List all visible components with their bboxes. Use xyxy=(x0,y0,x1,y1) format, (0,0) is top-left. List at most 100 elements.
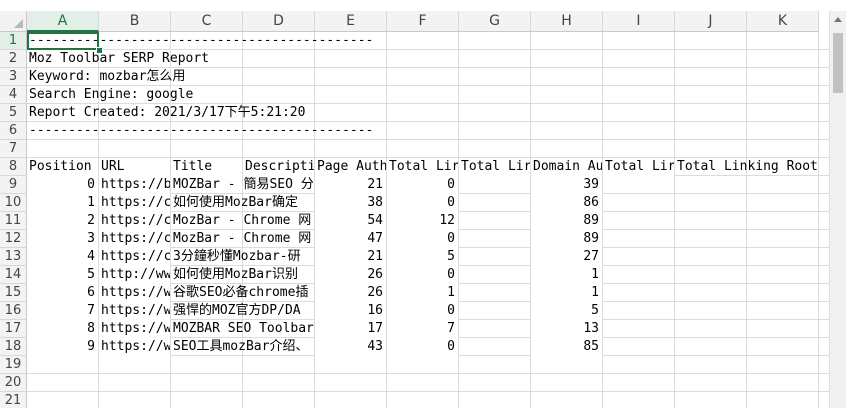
cell-page-authority[interactable]: 43 xyxy=(315,338,386,356)
cell-a2[interactable]: Moz Toolbar SERP Report xyxy=(27,50,211,68)
cell-title[interactable]: 如何使用MozBar确定 xyxy=(171,194,314,212)
cell-title[interactable]: 3分鐘秒懂Mozbar-研 xyxy=(171,248,314,266)
cell-position[interactable]: 7 xyxy=(27,302,98,320)
cell-total-links[interactable]: 0 xyxy=(387,302,458,320)
cell-url[interactable]: https://c xyxy=(99,248,170,266)
cell-page-authority[interactable]: 47 xyxy=(315,230,386,248)
cell-position[interactable]: 2 xyxy=(27,212,98,230)
cell-position[interactable]: 1 xyxy=(27,194,98,212)
cell-page-authority[interactable]: 38 xyxy=(315,194,386,212)
cell-a4[interactable]: Search Engine: google xyxy=(27,86,195,104)
active-cell-selection[interactable] xyxy=(27,32,99,50)
row-header-21[interactable]: 21 xyxy=(0,392,27,408)
cell-url[interactable]: https://w xyxy=(99,284,170,302)
header-cell-total-linking-root[interactable]: Total Linking Root xyxy=(675,158,820,176)
select-all-corner[interactable] xyxy=(0,11,27,32)
row-header-11[interactable]: 11 xyxy=(0,212,27,230)
cell-position[interactable]: 0 xyxy=(27,176,98,194)
cell-total-links[interactable]: 12 xyxy=(387,212,458,230)
row-header-9[interactable]: 9 xyxy=(0,176,27,194)
cell-a3[interactable]: Keyword: mozbar怎么用 xyxy=(27,68,187,86)
row-header-7[interactable]: 7 xyxy=(0,140,27,158)
cell-url[interactable]: https://b xyxy=(99,176,170,194)
cell-position[interactable]: 8 xyxy=(27,320,98,338)
cell-domain-authority[interactable]: 39 xyxy=(531,176,602,194)
cell-total-links[interactable]: 7 xyxy=(387,320,458,338)
column-header-g[interactable]: G xyxy=(459,11,531,32)
header-cell-page-authority[interactable]: Page Auth xyxy=(315,158,386,176)
cell-position[interactable]: 9 xyxy=(27,338,98,356)
header-cell-total-links-2[interactable]: Total Lir xyxy=(459,158,530,176)
header-cell-url[interactable]: URL xyxy=(99,158,170,176)
cell-position[interactable]: 3 xyxy=(27,230,98,248)
column-header-h[interactable]: H xyxy=(531,11,603,32)
cell-domain-authority[interactable]: 5 xyxy=(531,302,602,320)
column-header-j[interactable]: J xyxy=(675,11,747,32)
row-header-19[interactable]: 19 xyxy=(0,356,27,374)
cell-total-links[interactable]: 0 xyxy=(387,266,458,284)
cell-url[interactable]: https://w xyxy=(99,338,170,356)
cell-page-authority[interactable]: 21 xyxy=(315,176,386,194)
scroll-thumb[interactable] xyxy=(833,33,843,93)
cell-url[interactable]: https://w xyxy=(99,320,170,338)
vertical-scrollbar[interactable] xyxy=(829,11,846,408)
row-header-8[interactable]: 8 xyxy=(0,158,27,176)
cell-title[interactable]: MOZBar - 簡易SEO 分 xyxy=(171,176,314,194)
row-header-13[interactable]: 13 xyxy=(0,248,27,266)
row-header-1[interactable]: 1 xyxy=(0,32,27,50)
row-header-12[interactable]: 12 xyxy=(0,230,27,248)
cell-a6[interactable]: ----------------------------------------… xyxy=(27,122,375,140)
cell-domain-authority[interactable]: 89 xyxy=(531,212,602,230)
row-header-18[interactable]: 18 xyxy=(0,338,27,356)
cell-position[interactable]: 6 xyxy=(27,284,98,302)
column-header-c[interactable]: C xyxy=(171,11,243,32)
cell-url[interactable]: https://w xyxy=(99,302,170,320)
cell-title[interactable]: MOZBAR SEO Toolbar xyxy=(171,320,314,338)
cell-domain-authority[interactable]: 1 xyxy=(531,284,602,302)
cell-a5[interactable]: Report Created: 2021/3/17下午5:21:20 xyxy=(27,104,307,122)
row-header-5[interactable]: 5 xyxy=(0,104,27,122)
cell-title[interactable]: MozBar - Chrome 网 xyxy=(171,230,314,248)
cell-domain-authority[interactable]: 1 xyxy=(531,266,602,284)
row-header-17[interactable]: 17 xyxy=(0,320,27,338)
cell-position[interactable]: 4 xyxy=(27,248,98,266)
cell-page-authority[interactable]: 26 xyxy=(315,284,386,302)
column-header-f[interactable]: F xyxy=(387,11,459,32)
cell-url[interactable]: https://c xyxy=(99,194,170,212)
row-header-3[interactable]: 3 xyxy=(0,68,27,86)
cell-domain-authority[interactable]: 27 xyxy=(531,248,602,266)
column-header-k[interactable]: K xyxy=(747,11,819,32)
cell-page-authority[interactable]: 17 xyxy=(315,320,386,338)
cell-position[interactable]: 5 xyxy=(27,266,98,284)
cell-total-links[interactable]: 0 xyxy=(387,176,458,194)
cell-page-authority[interactable]: 26 xyxy=(315,266,386,284)
row-header-20[interactable]: 20 xyxy=(0,374,27,392)
column-header-a[interactable]: A xyxy=(27,11,99,32)
column-header-e[interactable]: E xyxy=(315,11,387,32)
row-header-2[interactable]: 2 xyxy=(0,50,27,68)
column-header-i[interactable]: I xyxy=(603,11,675,32)
column-header-b[interactable]: B xyxy=(99,11,171,32)
header-cell-total-links-1[interactable]: Total Lir xyxy=(387,158,458,176)
cell-url[interactable]: https://c xyxy=(99,230,170,248)
cell-domain-authority[interactable]: 86 xyxy=(531,194,602,212)
cell-url[interactable]: http://ww xyxy=(99,266,170,284)
header-cell-title[interactable]: Title xyxy=(171,158,242,176)
header-cell-description[interactable]: Descripti xyxy=(243,158,314,176)
cell-page-authority[interactable]: 21 xyxy=(315,248,386,266)
cell-total-links[interactable]: 5 xyxy=(387,248,458,266)
cell-total-links[interactable]: 0 xyxy=(387,194,458,212)
fill-handle[interactable] xyxy=(96,47,103,54)
row-header-16[interactable]: 16 xyxy=(0,302,27,320)
cell-page-authority[interactable]: 16 xyxy=(315,302,386,320)
cell-title[interactable]: SEO工具mozBar介绍、 xyxy=(171,338,314,356)
cell-total-links[interactable]: 1 xyxy=(387,284,458,302)
cell-domain-authority[interactable]: 85 xyxy=(531,338,602,356)
cell-url[interactable]: https://c xyxy=(99,212,170,230)
column-header-d[interactable]: D xyxy=(243,11,315,32)
row-header-10[interactable]: 10 xyxy=(0,194,27,212)
cell-total-links[interactable]: 0 xyxy=(387,338,458,356)
cell-title[interactable]: 如何使用MozBar识别 xyxy=(171,266,314,284)
row-header-14[interactable]: 14 xyxy=(0,266,27,284)
row-header-4[interactable]: 4 xyxy=(0,86,27,104)
